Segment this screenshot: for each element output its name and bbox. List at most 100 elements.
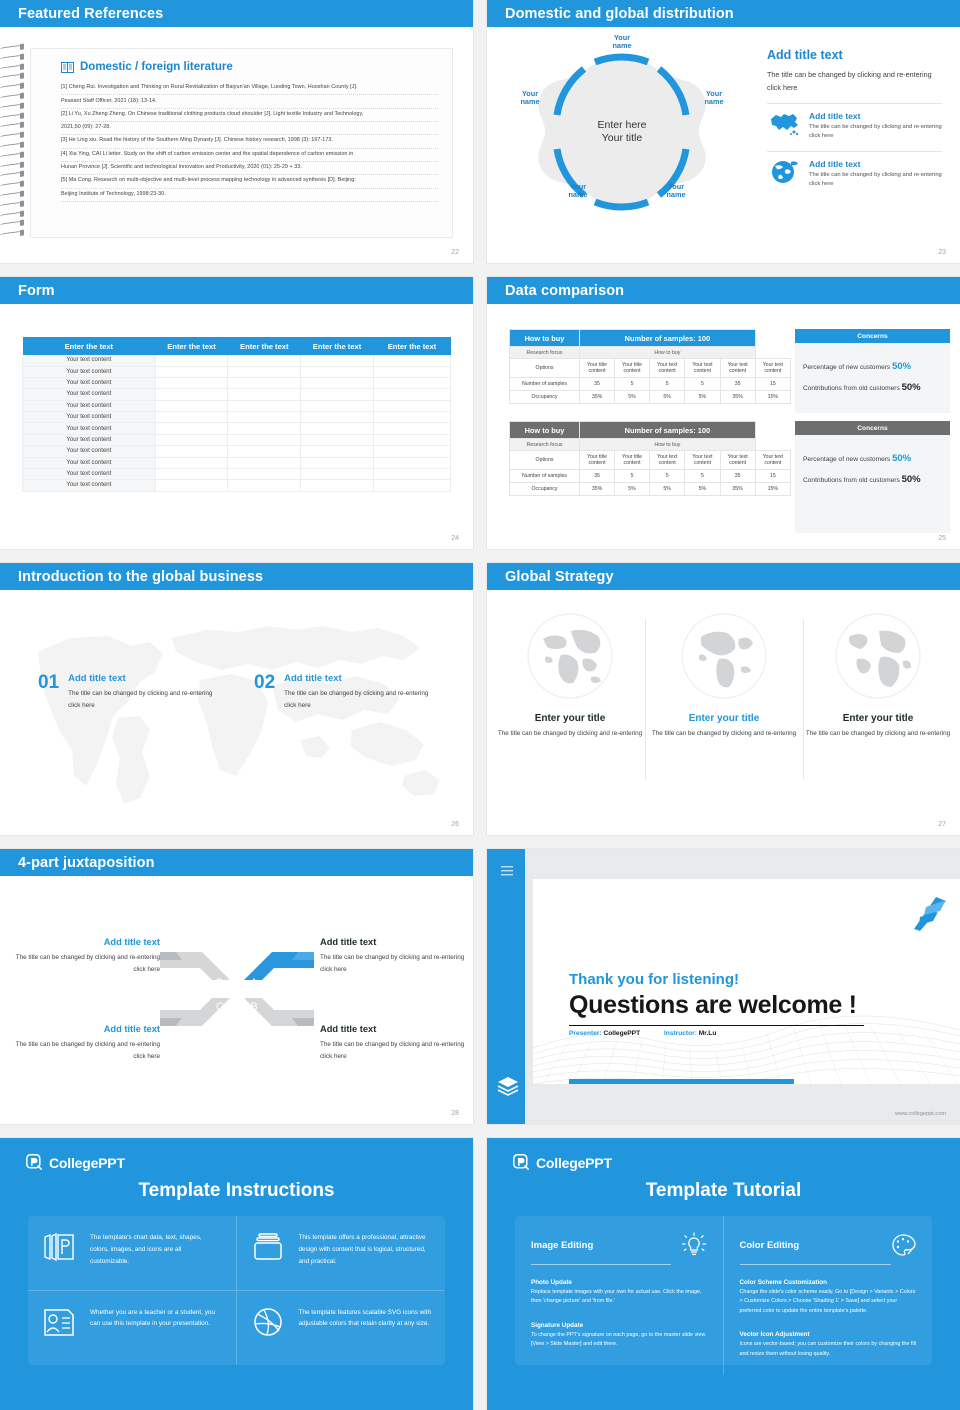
cell[interactable] [300,479,374,492]
cell[interactable] [373,355,452,367]
instruction-cell-3[interactable]: Whether you are a teacher or a student, … [28,1290,237,1365]
cell[interactable] [300,366,374,378]
juxtaposition-block-2[interactable]: Add title text The title can be changed … [320,937,470,975]
cell[interactable] [155,468,229,481]
juxtaposition-block-1[interactable]: Add title text The title can be changed … [10,937,160,975]
table-row[interactable]: Your text content [22,411,452,424]
cell[interactable] [155,434,229,447]
instruction-cell-1[interactable]: The template's chart data, text, shapes,… [28,1216,237,1291]
juxtaposition-block-3[interactable]: Add title text The title can be changed … [10,1024,160,1062]
instruction-cell-4[interactable]: The template features scalable SVG icons… [237,1291,446,1366]
basketball-icon [251,1307,285,1337]
data-table-2[interactable]: How to buy Number of samples: 100 Resear… [509,421,792,496]
cell[interactable] [227,434,302,447]
table-row[interactable]: Your text content [22,366,452,378]
cell[interactable] [227,445,302,458]
instruction-cell-2[interactable]: This template offers a professional, att… [236,1216,445,1291]
cell[interactable] [155,445,229,458]
slide-introduction-global-business[interactable]: Introduction to the global business 01 A… [0,563,473,835]
item-title: Add title text [809,158,861,169]
cell[interactable] [300,400,374,413]
table-row[interactable]: Your text content [22,434,452,447]
slide-template-instructions[interactable]: CollegePPT Template Instructions The tem… [0,1138,473,1410]
cell[interactable] [155,457,229,469]
slide-featured-references[interactable]: Featured References Domestic / foreign l… [0,0,473,263]
cell[interactable] [155,479,229,492]
cell[interactable] [227,468,302,481]
cell[interactable] [300,468,374,481]
slide-form[interactable]: Form Enter the text Enter the text Enter… [0,277,473,549]
section-subtitle: Color Scheme Customization [739,1279,827,1286]
slide-global-strategy[interactable]: Global Strategy Enter your title The tit… [487,563,960,835]
table-row[interactable]: Your text content [22,479,452,492]
cell[interactable] [227,400,302,413]
business-item-02[interactable]: 02 Add title text The title can be chang… [254,673,434,711]
cell[interactable] [373,411,452,424]
slide-template-tutorial[interactable]: CollegePPT Template Tutorial Image Editi… [487,1138,960,1410]
cell[interactable] [373,377,452,390]
instruction-text: Whether you are a teacher or a student, … [90,1308,216,1328]
node-label-right-bottom: Your name [666,182,686,200]
juxtaposition-block-4[interactable]: Add title text The title can be changed … [320,1024,470,1062]
cell[interactable] [300,434,374,447]
hamburger-menu-icon[interactable] [501,866,513,876]
cell[interactable] [227,366,302,378]
cell[interactable] [155,366,229,378]
cell[interactable] [227,457,302,469]
cell[interactable] [373,400,452,413]
cell[interactable] [155,388,229,401]
slide-domestic-global-distribution[interactable]: Domestic and global distribution Enter h… [487,0,960,263]
cell[interactable] [373,388,452,401]
concerns-panel-1[interactable]: Concerns Percentage of new customers 50%… [795,329,950,413]
item-body: The title can be changed by clicking and… [68,690,213,709]
cell[interactable] [373,468,452,481]
cell[interactable] [155,422,229,435]
data-table-1[interactable]: How to buy Number of samples: 100 Resear… [509,329,792,404]
tutorial-panel-2[interactable]: Color Editing Color Scheme Customization… [724,1216,933,1375]
cell[interactable] [227,355,302,367]
table-row[interactable]: Your text content [22,457,452,469]
cell[interactable] [373,422,452,435]
cell[interactable] [155,377,229,390]
table-row[interactable]: Your text content [22,377,452,390]
table-row[interactable]: Your text content [22,445,452,458]
table-row[interactable]: Your text content [22,468,452,481]
cell[interactable] [373,457,452,469]
cell[interactable] [300,422,374,435]
strategy-column-2[interactable]: Enter your title The title can be change… [649,611,799,740]
table-row[interactable]: Your text content [22,422,452,435]
cell[interactable] [373,445,452,458]
cell[interactable] [373,434,452,447]
layers-icon[interactable] [497,1076,519,1096]
cell[interactable] [300,411,374,424]
cell[interactable] [373,366,452,378]
cell[interactable] [300,355,374,367]
strategy-column-3[interactable]: Enter your title The title can be change… [803,611,953,740]
table-row[interactable]: Your text content [22,388,452,401]
form-table[interactable]: Enter the text Enter the text Enter the … [22,337,452,492]
cell[interactable] [155,355,229,367]
cell[interactable] [227,479,302,492]
cell[interactable] [300,445,374,458]
cell[interactable] [300,457,374,469]
cell[interactable] [373,479,452,492]
cell[interactable] [300,377,374,390]
list-item[interactable]: Add title text The title can be changed … [767,103,942,142]
cell[interactable] [227,388,302,401]
table-row[interactable]: Your text content [22,355,452,367]
business-item-01[interactable]: 01 Add title text The title can be chang… [38,673,218,711]
concerns-panel-2[interactable]: Concerns Percentage of new customers 50%… [795,421,950,533]
tutorial-panel-1[interactable]: Image Editing Photo Update Replace templ… [515,1216,724,1376]
strategy-column-1[interactable]: Enter your title The title can be change… [495,611,645,740]
slide-data-comparison[interactable]: Data comparison How to buy Number of sam… [487,277,960,549]
slide-thank-you[interactable]: Thank you for listening! Questions are w… [487,849,960,1124]
cell[interactable] [300,388,374,401]
cell[interactable] [227,411,302,424]
cell[interactable] [155,400,229,413]
slide-four-part-juxtaposition[interactable]: 4-part juxtaposition A B C D Add title t… [0,849,473,1124]
cell[interactable] [227,377,302,390]
list-item[interactable]: Add title text The title can be changed … [767,150,942,190]
table-row[interactable]: Your text content [22,400,452,413]
cell[interactable] [227,422,302,435]
cell[interactable] [155,411,229,424]
